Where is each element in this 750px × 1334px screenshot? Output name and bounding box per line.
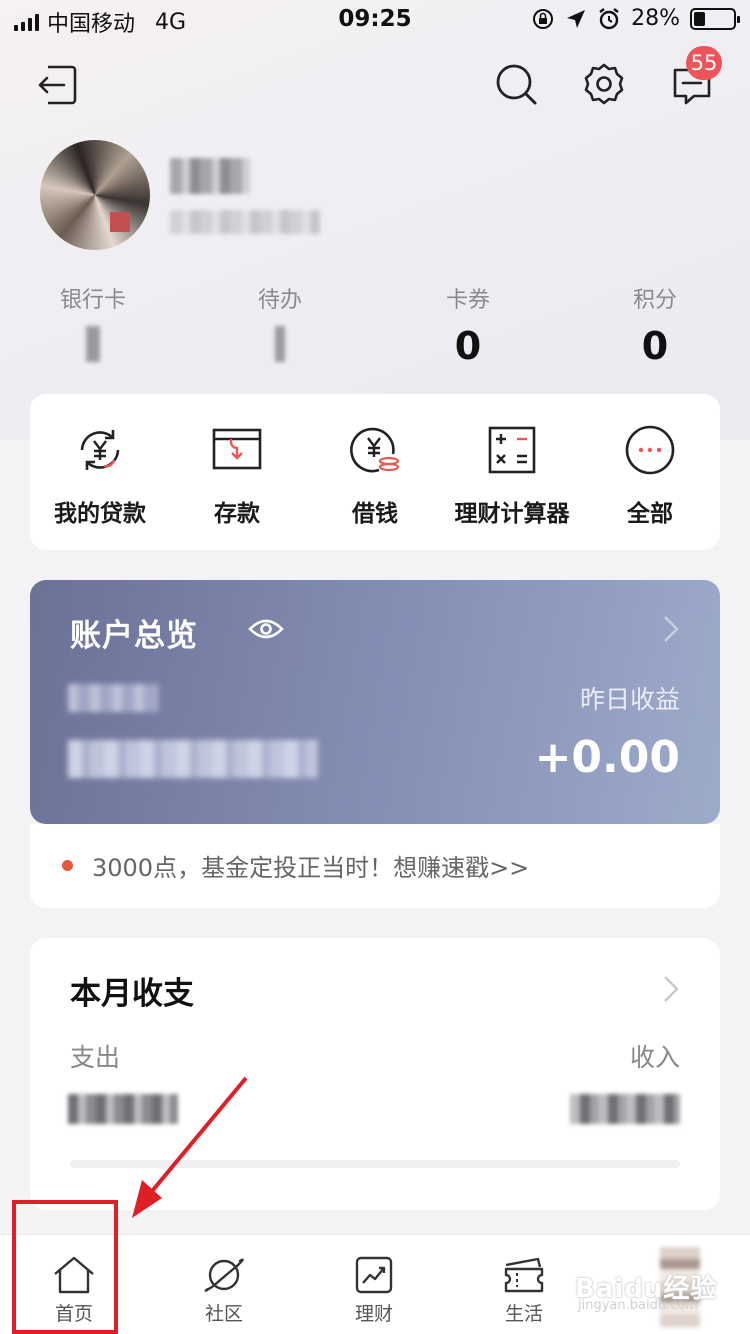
stat-coupons[interactable]: 卡券 0 — [388, 282, 548, 368]
watermark-url: jingyan.baidu.com — [578, 1298, 698, 1313]
message-count-badge: 55 — [686, 46, 722, 80]
tab-community[interactable]: 社区 — [174, 1255, 274, 1326]
promo-banner[interactable]: 3000点，基金定投正当时！想赚速戳>> — [30, 824, 720, 908]
battery-icon — [690, 7, 740, 30]
yesterday-earnings-label: 昨日收益 — [579, 685, 680, 714]
chart-icon — [355, 1256, 393, 1294]
user-id-blurred — [170, 210, 320, 234]
search-icon — [496, 64, 537, 105]
chevron-right-icon — [664, 616, 679, 642]
borrow-icon — [350, 427, 400, 473]
quick-action-label: 存款 — [214, 501, 260, 527]
quick-action-borrow[interactable]: 借钱 — [306, 424, 444, 528]
promo-dot — [62, 860, 73, 871]
user-name-blurred — [170, 158, 250, 194]
tab-label: 生活 — [504, 1303, 543, 1325]
battery-percent: 28% — [631, 6, 680, 31]
calculator-icon — [488, 426, 536, 474]
stat-label: 卡券 — [445, 288, 490, 313]
alarm-icon — [599, 7, 619, 29]
income-expense-bar — [70, 1160, 680, 1168]
stat-value: 0 — [454, 324, 482, 368]
stat-bank-cards[interactable]: 银行卡 — [13, 282, 173, 362]
avatar[interactable] — [40, 140, 150, 250]
tab-label: 社区 — [204, 1303, 243, 1325]
more-icon — [625, 425, 675, 475]
total-assets-value-blurred — [68, 740, 318, 778]
stat-value-blurred — [275, 326, 285, 362]
stat-label: 银行卡 — [59, 288, 126, 313]
quick-action-label: 全部 — [627, 501, 673, 527]
quick-action-deposit[interactable]: 存款 — [168, 424, 306, 528]
quick-action-label: 我的贷款 — [54, 501, 146, 527]
monthly-title: 本月收支 — [70, 976, 194, 1012]
tab-life[interactable]: 生活 — [474, 1255, 574, 1326]
total-assets-label-blurred — [68, 684, 158, 712]
account-overview-card[interactable]: 账户总览 昨日收益 +0.00 — [30, 580, 720, 824]
annotation-highlight-box — [12, 1200, 118, 1334]
quick-action-label: 理财计算器 — [454, 501, 570, 527]
expense-value-blurred — [68, 1094, 178, 1124]
quick-action-calculator[interactable]: 理财计算器 — [443, 424, 581, 528]
location-icon — [567, 9, 586, 28]
exit-icon — [38, 65, 77, 105]
orientation-lock-icon — [533, 8, 554, 29]
status-bar: 中国移动 4G 09:25 28% — [0, 0, 750, 40]
stats-row: 银行卡 待办 卡券 0 积分 0 — [0, 282, 750, 372]
tab-label: 理财 — [354, 1303, 393, 1325]
eye-icon[interactable] — [248, 616, 284, 642]
income-value-blurred — [570, 1094, 680, 1124]
stat-todo[interactable]: 待办 — [200, 282, 360, 362]
gear-icon — [584, 63, 624, 105]
tab-wealth[interactable]: 理财 — [324, 1255, 424, 1326]
ticket-icon — [504, 1257, 544, 1293]
quick-action-all[interactable]: 全部 — [581, 424, 719, 528]
deposit-icon — [212, 428, 262, 470]
expense-label: 支出 — [70, 1043, 121, 1072]
exit-button[interactable] — [36, 64, 78, 106]
monthly-summary-card[interactable]: 本月收支 支出 收入 — [30, 938, 720, 1210]
loan-icon — [80, 430, 120, 470]
income-label: 收入 — [629, 1043, 680, 1072]
stat-value-blurred — [86, 326, 100, 362]
overview-title: 账户总览 — [70, 618, 198, 654]
settings-button[interactable] — [582, 62, 626, 106]
stat-points[interactable]: 积分 0 — [575, 282, 735, 368]
planet-icon — [204, 1258, 244, 1292]
yesterday-earnings-value: +0.00 — [534, 732, 680, 783]
quick-action-my-loan[interactable]: 我的贷款 — [31, 424, 169, 528]
stat-label: 待办 — [257, 288, 302, 313]
promo-text: 3000点，基金定投正当时！想赚速戳>> — [92, 854, 530, 882]
stat-value: 0 — [641, 324, 669, 368]
quick-action-label: 借钱 — [352, 501, 398, 527]
chevron-right-icon — [664, 976, 679, 1002]
stat-label: 积分 — [632, 288, 677, 313]
search-button[interactable] — [494, 62, 538, 106]
